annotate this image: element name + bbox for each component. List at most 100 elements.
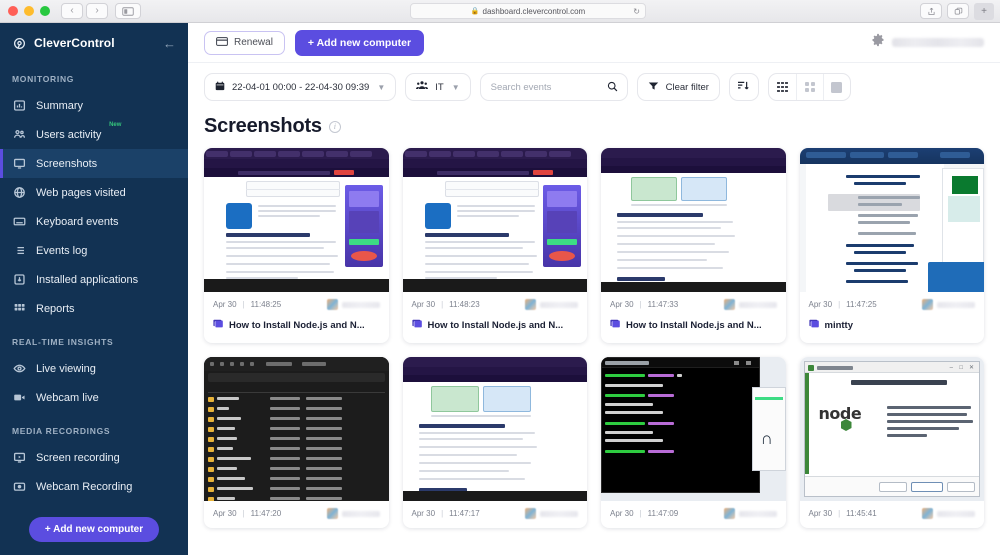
screenshot-card[interactable]: Apr 30 | 11:47:20 bbox=[204, 357, 389, 528]
search-events-field[interactable] bbox=[480, 73, 628, 101]
screenshot-card[interactable]: Apr 30 | 11:47:33 How to Install Node.js… bbox=[601, 148, 786, 343]
info-icon[interactable]: i bbox=[329, 121, 341, 133]
sidebar-brand[interactable]: CleverControl ← bbox=[0, 26, 188, 60]
browser-nav-group[interactable]: ‹ › bbox=[61, 3, 108, 19]
renewal-button[interactable]: Renewal bbox=[204, 31, 285, 55]
screenshot-date: Apr 30 bbox=[213, 509, 237, 518]
sidebar-toggle-icon[interactable] bbox=[115, 3, 141, 19]
date-range-filter[interactable]: 22-04-01 00:00 - 22-04-30 09:39 ▼ bbox=[204, 73, 396, 101]
gear-icon[interactable] bbox=[871, 33, 885, 52]
filter-clear-icon bbox=[648, 80, 659, 94]
avatar bbox=[922, 508, 933, 519]
screen-play-icon bbox=[12, 451, 26, 465]
sidebar-cta-wrap: + Add new computer bbox=[0, 503, 188, 555]
view-mode-toggle-group[interactable] bbox=[768, 73, 851, 101]
shield-logo-icon bbox=[12, 36, 26, 50]
screenshot-card[interactable]: Apr 30 | 11:48:25 How to Install Node.js… bbox=[204, 148, 389, 343]
screenshot-card[interactable]: ∩ Apr 30 | 11:47:09 bbox=[601, 357, 786, 528]
sidebar-item-screen-recording[interactable]: Screen recording bbox=[0, 443, 188, 472]
screenshot-app-row: How to Install Node.js and N... bbox=[412, 316, 579, 334]
close-window-button[interactable] bbox=[8, 6, 18, 16]
sidebar-item-label: Installed applications bbox=[36, 274, 138, 286]
screenshot-user bbox=[327, 299, 380, 310]
arrow-left-icon[interactable]: ← bbox=[163, 36, 176, 51]
screenshot-meta-line: Apr 30 | 11:47:09 bbox=[610, 508, 777, 519]
forward-arrow-icon[interactable]: › bbox=[86, 3, 108, 19]
group-value: IT bbox=[435, 82, 443, 93]
account-area[interactable] bbox=[871, 33, 984, 52]
sidebar-item-label: Events log bbox=[36, 245, 87, 257]
sidebar-item-label: Webcam live bbox=[36, 392, 99, 404]
tabs-overview-icon[interactable] bbox=[947, 3, 969, 19]
screenshot-thumbnail[interactable] bbox=[204, 148, 389, 292]
view-mode-large[interactable] bbox=[823, 74, 850, 100]
sidebar-brand-label: CleverControl bbox=[34, 36, 115, 50]
sidebar: CleverControl ← MONITORING Summary Users… bbox=[0, 23, 188, 555]
search-input[interactable] bbox=[491, 82, 601, 93]
minimize-window-button[interactable] bbox=[24, 6, 34, 16]
screenshot-thumbnail[interactable]: ∩ bbox=[601, 357, 786, 501]
screenshot-thumbnail[interactable]: –□✕ node bbox=[800, 357, 985, 501]
address-bar[interactable]: 🔒 dashboard.clevercontrol.com ↻ bbox=[410, 3, 646, 19]
screenshots-grid: Apr 30 | 11:48:25 How to Install Node.js… bbox=[188, 148, 1000, 528]
share-icon[interactable] bbox=[920, 3, 942, 19]
browser-actions[interactable]: + bbox=[920, 3, 994, 20]
screenshot-user bbox=[922, 508, 975, 519]
add-new-computer-sidebar-button[interactable]: + Add new computer bbox=[29, 517, 159, 542]
screenshot-thumbnail[interactable] bbox=[403, 148, 588, 292]
screenshot-meta-line: Apr 30 | 11:47:33 bbox=[610, 299, 777, 310]
sidebar-item-label: Screen recording bbox=[36, 452, 120, 464]
video-camera-icon bbox=[12, 391, 26, 405]
screenshot-card[interactable]: Apr 30 | 11:47:25 mintty bbox=[800, 148, 985, 343]
node-logo-glyph: ∩ bbox=[761, 430, 773, 447]
screenshot-thumbnail[interactable] bbox=[601, 148, 786, 292]
screenshot-time: 11:47:33 bbox=[648, 300, 679, 309]
window-traffic-lights[interactable] bbox=[8, 6, 50, 16]
screenshot-meta-line: Apr 30 | 11:45:41 bbox=[809, 508, 976, 519]
sidebar-item-screenshots[interactable]: Screenshots bbox=[0, 149, 188, 178]
sidebar-item-web-pages-visited[interactable]: Web pages visited bbox=[0, 178, 188, 207]
screenshot-thumbnail[interactable] bbox=[800, 148, 985, 292]
sidebar-item-keyboard-events[interactable]: Keyboard events bbox=[0, 207, 188, 236]
browser-window-icon bbox=[809, 316, 820, 334]
dots-grid-icon bbox=[777, 82, 788, 93]
add-new-computer-button[interactable]: + Add new computer bbox=[295, 30, 424, 56]
sidebar-item-webcam-recording[interactable]: Webcam Recording bbox=[0, 472, 188, 501]
screenshot-meta-line: Apr 30 | 11:48:23 bbox=[412, 299, 579, 310]
meta-separator: | bbox=[640, 300, 642, 309]
renewal-label: Renewal bbox=[234, 37, 273, 48]
screenshot-thumbnail[interactable] bbox=[204, 357, 389, 501]
screenshot-time: 11:48:25 bbox=[251, 300, 282, 309]
username bbox=[739, 511, 777, 517]
view-mode-small[interactable] bbox=[769, 74, 796, 100]
sidebar-item-label: Summary bbox=[36, 100, 83, 112]
sidebar-item-users-activity[interactable]: Users activity New bbox=[0, 120, 188, 149]
username bbox=[342, 302, 380, 308]
sidebar-item-summary[interactable]: Summary bbox=[0, 91, 188, 120]
screenshot-card[interactable]: Apr 30 | 11:47:17 bbox=[403, 357, 588, 528]
sidebar-item-label: Users activity New bbox=[36, 129, 101, 141]
screenshot-thumbnail[interactable] bbox=[403, 357, 588, 501]
screenshot-card[interactable]: –□✕ node bbox=[800, 357, 985, 528]
screenshot-date: Apr 30 bbox=[412, 509, 436, 518]
users-icon bbox=[12, 128, 26, 142]
clear-filter-button[interactable]: Clear filter bbox=[637, 73, 720, 101]
screenshot-card[interactable]: Apr 30 | 11:48:23 How to Install Node.js… bbox=[403, 148, 588, 343]
sidebar-item-events-log[interactable]: Events log bbox=[0, 236, 188, 265]
sort-button[interactable] bbox=[729, 73, 759, 101]
sidebar-item-reports[interactable]: Reports bbox=[0, 294, 188, 323]
sidebar-item-installed-applications[interactable]: Installed applications bbox=[0, 265, 188, 294]
back-arrow-icon[interactable]: ‹ bbox=[61, 3, 83, 19]
screenshot-app-row: How to Install Node.js and N... bbox=[610, 316, 777, 334]
group-filter[interactable]: IT ▼ bbox=[405, 73, 470, 101]
sidebar-item-webcam-live[interactable]: Webcam live bbox=[0, 383, 188, 412]
new-badge: New bbox=[109, 122, 121, 128]
date-range-value: 22-04-01 00:00 - 22-04-30 09:39 bbox=[232, 82, 369, 93]
new-tab-button[interactable]: + bbox=[974, 3, 994, 20]
sidebar-item-live-viewing[interactable]: Live viewing bbox=[0, 354, 188, 383]
reload-icon[interactable]: ↻ bbox=[633, 7, 640, 16]
sidebar-item-text: Users activity bbox=[36, 129, 101, 141]
view-mode-medium[interactable] bbox=[796, 74, 823, 100]
maximize-window-button[interactable] bbox=[40, 6, 50, 16]
browser-window-icon bbox=[412, 316, 423, 334]
